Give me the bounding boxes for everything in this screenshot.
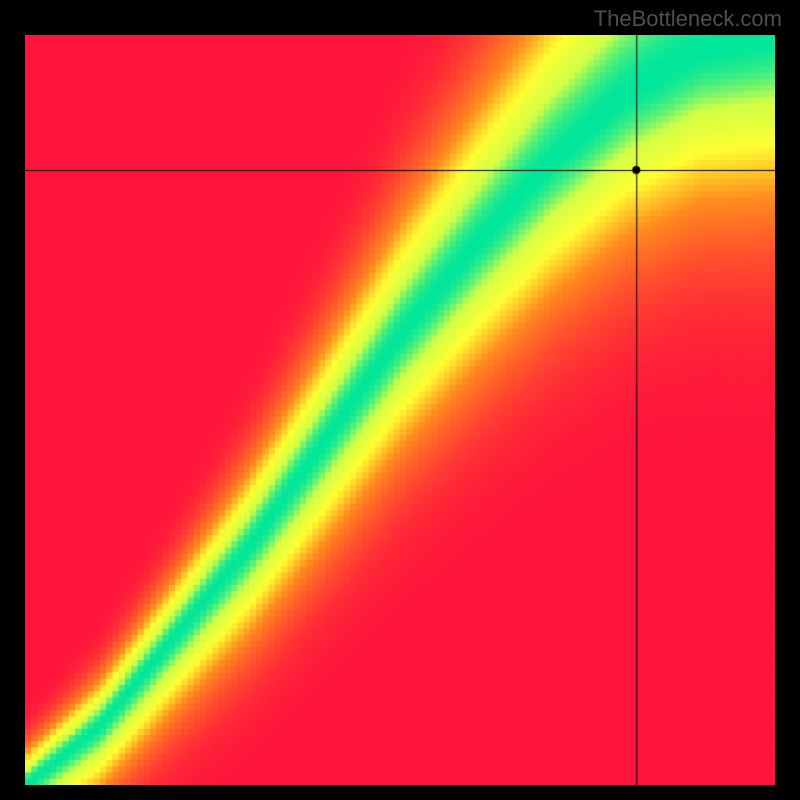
- heatmap-canvas: [25, 35, 775, 785]
- heatmap-plot: [25, 35, 775, 785]
- watermark-text: TheBottleneck.com: [594, 6, 782, 32]
